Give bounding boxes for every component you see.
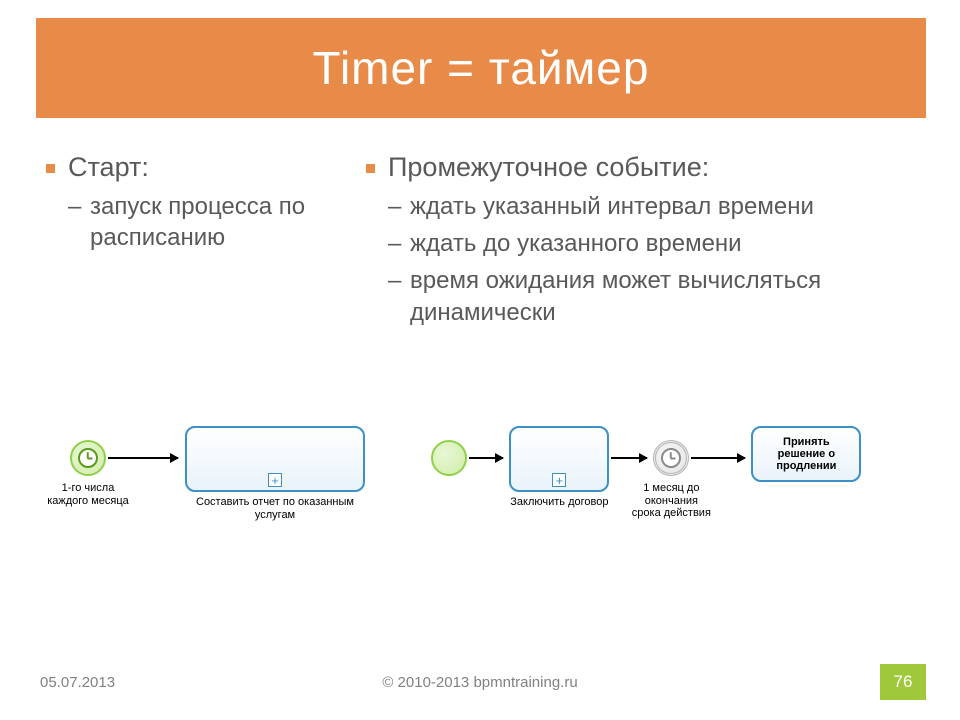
footer-date: 05.07.2013 bbox=[40, 674, 115, 691]
right-item-1: ждать до указанного времени bbox=[388, 228, 920, 259]
task-create-report: + bbox=[185, 426, 365, 492]
timer-start-event-icon bbox=[70, 440, 106, 476]
left-heading: Старт: запуск процесса по расписанию bbox=[40, 150, 340, 253]
title-bar: Timer = таймер bbox=[36, 18, 926, 118]
task-create-report-label: Составить отчет по оказанным услугам bbox=[185, 496, 365, 521]
clock-icon bbox=[78, 448, 98, 468]
sequence-flow-2b bbox=[611, 457, 647, 459]
start-event-icon bbox=[431, 440, 467, 476]
task-renewal-decision-label: Принять решение о продлении bbox=[759, 436, 853, 472]
left-heading-text: Старт: bbox=[68, 152, 149, 182]
right-heading: Промежуточное событие: ждать указанный и… bbox=[360, 150, 920, 328]
sequence-flow-2a bbox=[469, 457, 503, 459]
content: Старт: запуск процесса по расписанию Про… bbox=[40, 140, 920, 334]
sequence-flow-1 bbox=[108, 457, 178, 459]
start-event-label: 1-го числа каждого месяца bbox=[46, 482, 130, 507]
right-item-2: время ожидания может вычисляться динамич… bbox=[388, 265, 920, 327]
timer-intermediate-event-icon bbox=[653, 440, 689, 476]
right-heading-text: Промежуточное событие: bbox=[388, 152, 709, 182]
sequence-flow-2c bbox=[691, 457, 745, 459]
clock-icon bbox=[661, 448, 681, 468]
left-item-0: запуск процесса по расписанию bbox=[68, 191, 340, 253]
subprocess-marker-icon: + bbox=[268, 473, 282, 487]
footer-page-number: 76 bbox=[880, 664, 926, 700]
slide-title: Timer = таймер bbox=[313, 41, 650, 95]
slide: Timer = таймер Старт: запуск процесса по… bbox=[0, 0, 960, 720]
task-sign-contract-label: Заключить договор bbox=[503, 496, 615, 509]
subprocess-marker-icon: + bbox=[552, 473, 566, 487]
task-renewal-decision: Принять решение о продлении bbox=[751, 426, 861, 482]
task-sign-contract: + bbox=[509, 426, 609, 492]
right-column: Промежуточное событие: ждать указанный и… bbox=[360, 140, 920, 334]
footer-copyright: © 2010-2013 bpmntraining.ru bbox=[382, 674, 577, 691]
left-column: Старт: запуск процесса по расписанию bbox=[40, 140, 360, 334]
footer: 05.07.2013 © 2010-2013 bpmntraining.ru 7… bbox=[0, 664, 960, 700]
timer-intermediate-label: 1 месяц до окончания срока действия bbox=[631, 482, 711, 520]
right-item-0: ждать указанный интервал времени bbox=[388, 191, 920, 222]
